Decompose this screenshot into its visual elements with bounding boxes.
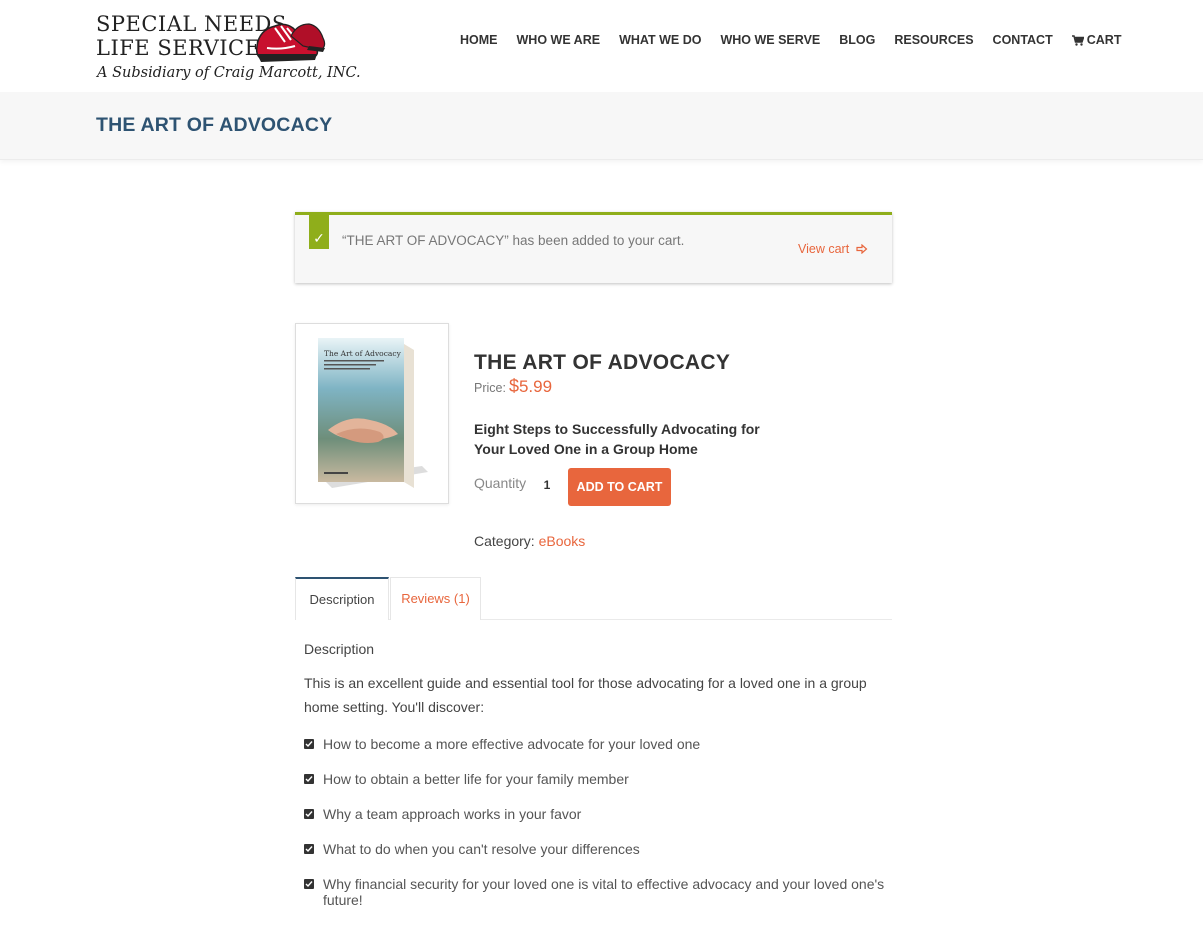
book-cover-image: The Art of Advocacy xyxy=(318,338,428,488)
tab-reviews[interactable]: Reviews (1) xyxy=(390,577,481,620)
list-item: Why financial security for your loved on… xyxy=(304,876,894,908)
arrow-right-icon xyxy=(856,243,868,255)
checkbox-checked-icon xyxy=(304,774,314,784)
nav-who-we-serve[interactable]: WHO WE SERVE xyxy=(720,33,820,47)
list-item: Why a team approach works in your favor xyxy=(304,806,894,822)
site-header: SPECIAL NEEDS LIFE SERVICES A Subsidiary… xyxy=(0,0,1203,92)
checkmark-icon: ✓ xyxy=(309,212,329,249)
page-title: THE ART OF ADVOCACY xyxy=(96,114,333,136)
list-item: What to do when you can't resolve your d… xyxy=(304,841,894,857)
nav-blog[interactable]: BLOG xyxy=(839,33,875,47)
product-category: Category: eBooks xyxy=(474,533,585,549)
logo-subsidiary: A Subsidiary of Craig Marcott, INC. xyxy=(97,65,361,81)
sneakers-logo-icon xyxy=(255,23,326,62)
shopping-cart-icon xyxy=(1071,34,1084,46)
description-heading: Description xyxy=(304,641,375,657)
main-nav: HOME WHO WE ARE WHAT WE DO WHO WE SERVE … xyxy=(460,33,1121,47)
tab-description[interactable]: Description xyxy=(295,577,389,620)
checkbox-checked-icon xyxy=(304,844,314,854)
add-to-cart-button[interactable]: ADD TO CART xyxy=(568,468,671,506)
view-cart-label: View cart xyxy=(798,242,850,256)
quantity-input[interactable]: 1 xyxy=(532,473,562,497)
logo-name-line2: LIFE SERVICES xyxy=(96,36,276,60)
category-link[interactable]: eBooks xyxy=(539,533,586,549)
feature-text: What to do when you can't resolve your d… xyxy=(323,841,640,857)
category-label: Category: xyxy=(474,533,535,549)
feature-text: Why financial security for your loved on… xyxy=(323,876,885,908)
product-image[interactable]: The Art of Advocacy xyxy=(295,323,449,504)
description-body: This is an excellent guide and essential… xyxy=(304,675,867,715)
checkbox-checked-icon xyxy=(304,809,314,819)
list-item: How to become a more effective advocate … xyxy=(304,736,894,752)
list-item: How to obtain a better life for your fam… xyxy=(304,771,894,787)
product-title: THE ART OF ADVOCACY xyxy=(474,351,731,374)
nav-cart-label: CART xyxy=(1086,33,1122,47)
checkbox-checked-icon xyxy=(304,739,314,749)
feature-text: Why a team approach works in your favor xyxy=(323,806,582,822)
product-subtitle: Eight Steps to Successfully Advocating f… xyxy=(474,421,760,457)
nav-who-we-are[interactable]: WHO WE ARE xyxy=(517,33,601,47)
book-cover-title: The Art of Advocacy xyxy=(324,349,402,358)
notice-message: “THE ART OF ADVOCACY” has been added to … xyxy=(342,233,685,248)
page-title-bar: THE ART OF ADVOCACY xyxy=(0,92,1203,160)
checkbox-checked-icon xyxy=(304,879,314,889)
quantity-label: Quantity xyxy=(474,475,527,491)
feature-list: How to become a more effective advocate … xyxy=(304,736,894,927)
feature-text: How to obtain a better life for your fam… xyxy=(323,771,629,787)
nav-resources[interactable]: RESOURCES xyxy=(894,33,973,47)
view-cart-link[interactable]: View cart xyxy=(798,242,868,256)
added-to-cart-notice: ✓ “THE ART OF ADVOCACY” has been added t… xyxy=(295,212,892,283)
site-logo[interactable]: SPECIAL NEEDS LIFE SERVICES A Subsidiary… xyxy=(96,10,361,85)
nav-what-we-do[interactable]: WHAT WE DO xyxy=(619,33,701,47)
product-price: Price: $ 5.99 xyxy=(474,376,552,397)
price-value: 5.99 xyxy=(518,377,553,396)
price-label: Price: xyxy=(474,381,506,395)
nav-cart[interactable]: CART xyxy=(1071,33,1122,47)
price-currency: $ xyxy=(508,376,519,396)
feature-text: How to become a more effective advocate … xyxy=(323,736,701,752)
nav-home[interactable]: HOME xyxy=(460,33,498,47)
nav-contact[interactable]: CONTACT xyxy=(993,33,1053,47)
